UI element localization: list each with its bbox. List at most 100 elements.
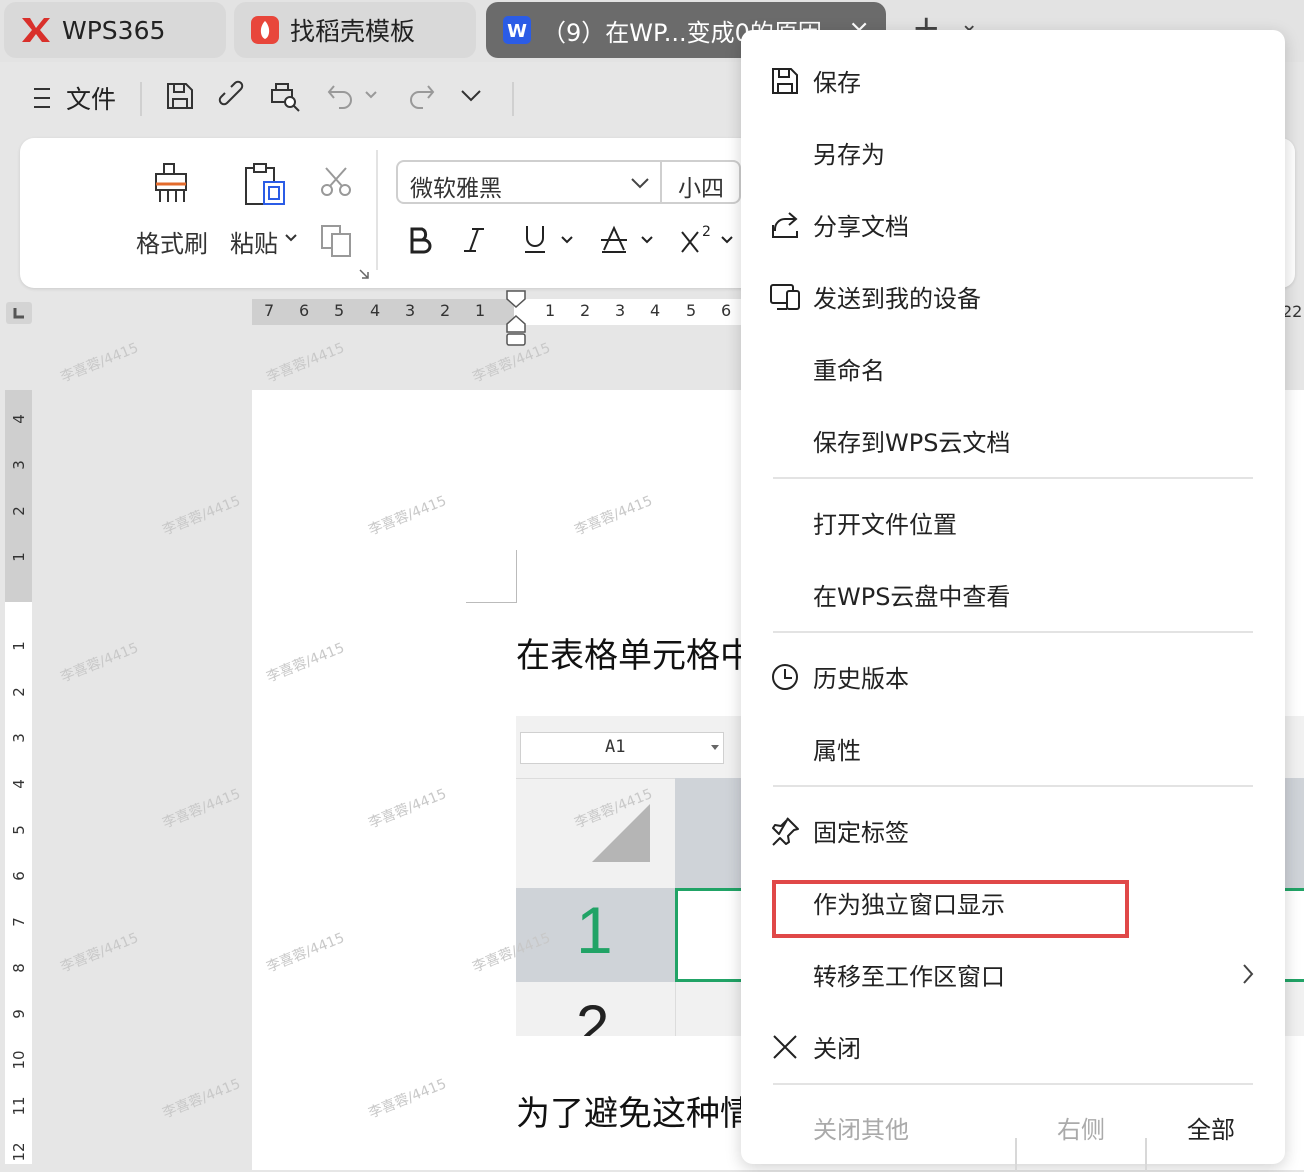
ruler-number: 4 <box>10 414 28 424</box>
copy-icon[interactable] <box>318 222 354 258</box>
menu-item-share[interactable]: 分享文档 <box>741 196 1285 252</box>
wps-logo-icon <box>20 16 52 44</box>
close-others-button[interactable]: 关闭其他 <box>813 1110 909 1145</box>
menu-item-properties[interactable]: 属性 <box>741 720 1285 776</box>
paste-dropdown-icon[interactable] <box>284 232 298 244</box>
ruler-number: 3 <box>10 460 28 470</box>
watermark: 李喜蓉/4415 <box>58 340 141 386</box>
share-icon <box>769 209 801 241</box>
strikethrough-icon[interactable] <box>600 224 628 254</box>
menu-item-label: 历史版本 <box>813 664 909 693</box>
divider <box>1145 1138 1147 1172</box>
tab-template[interactable]: 找稻壳模板 <box>234 2 476 58</box>
tab-stop-selector[interactable] <box>6 302 32 324</box>
watermark: 李喜蓉/4415 <box>264 340 347 386</box>
clipboard-launcher-icon[interactable] <box>358 268 370 280</box>
tab-wps365-label: WPS365 <box>62 15 166 45</box>
italic-icon[interactable] <box>462 226 486 254</box>
underline-icon[interactable] <box>523 224 547 254</box>
devices-icon <box>769 281 801 313</box>
word-doc-icon: W <box>502 15 532 45</box>
menu-item-label: 另存为 <box>813 140 885 169</box>
menu-item-save-as[interactable]: 另存为 <box>741 124 1285 180</box>
save-icon <box>769 65 801 97</box>
ruler-number: 11 <box>10 1096 28 1116</box>
ruler-number: 2 <box>10 687 28 697</box>
svg-text:W: W <box>507 21 527 42</box>
menu-item-label: 保存 <box>813 68 861 97</box>
menu-item-move-to-workspace[interactable]: 转移至工作区窗口 <box>741 946 1285 1002</box>
divider <box>376 150 378 270</box>
ruler-number: 22 <box>1282 302 1303 321</box>
menu-item-label: 重命名 <box>813 356 885 385</box>
superscript-icon[interactable]: 2 <box>680 222 714 254</box>
menu-item-label: 关闭 <box>813 1034 861 1063</box>
menu-item-rename[interactable]: 重命名 <box>741 340 1285 396</box>
document-paragraph[interactable]: 在表格单元格中 <box>516 628 754 677</box>
menu-item-save-to-cloud[interactable]: 保存到WPS云文档 <box>741 412 1285 468</box>
dropdown-arrow-icon <box>711 745 719 751</box>
highlight-box <box>772 880 1129 938</box>
close-icon <box>769 1031 801 1063</box>
vertical-ruler[interactable]: 1 2 3 4 5 6 7 8 9 10 11 12 <box>5 602 32 1164</box>
ruler-number: 3 <box>615 301 626 320</box>
file-menu-label: 文件 <box>66 85 117 114</box>
ruler-number: 4 <box>370 301 381 320</box>
paste-button[interactable]: 粘贴 <box>230 224 278 259</box>
watermark: 李喜蓉/4415 <box>160 786 243 832</box>
close-right-button[interactable]: 右侧 <box>1057 1110 1105 1145</box>
undo-dropdown-icon[interactable] <box>364 88 378 102</box>
menu-item-label: 在WPS云盘中查看 <box>813 582 1011 611</box>
cut-icon[interactable] <box>318 164 354 200</box>
close-all-button[interactable]: 全部 <box>1187 1110 1235 1145</box>
ruler-number: 6 <box>721 301 732 320</box>
vertical-ruler-margin: 4 3 2 1 <box>5 390 32 602</box>
save-icon[interactable] <box>164 80 196 112</box>
superscript-dropdown-icon[interactable] <box>720 234 734 246</box>
cell-reference: A1 <box>605 737 626 757</box>
font-size-dropdown[interactable]: 小四 <box>678 169 724 203</box>
ruler-number: 1 <box>10 552 28 562</box>
ruler-number: 1 <box>545 301 556 320</box>
horizontal-ruler-labels: 7 6 5 4 3 2 1 1 2 3 4 5 6 <box>252 299 752 325</box>
history-icon <box>769 661 801 693</box>
docer-logo-icon <box>250 15 280 45</box>
menu-item-view-in-cloud[interactable]: 在WPS云盘中查看 <box>741 566 1285 622</box>
font-name-chevron-icon[interactable] <box>630 176 650 190</box>
customize-toolbar-icon[interactable] <box>460 88 482 104</box>
watermark: 李喜蓉/4415 <box>58 640 141 686</box>
menu-divider <box>773 1083 1253 1085</box>
pin-icon <box>769 815 801 847</box>
divider <box>140 82 142 116</box>
watermark: 李喜蓉/4415 <box>160 1076 243 1122</box>
menu-divider <box>773 631 1253 633</box>
share-link-icon[interactable] <box>218 80 250 112</box>
ruler-number: 1 <box>10 641 28 651</box>
menu-item-send-to-device[interactable]: 发送到我的设备 <box>741 268 1285 324</box>
tab-wps365[interactable]: WPS365 <box>4 2 226 58</box>
menu-item-save[interactable]: 保存 <box>741 52 1285 108</box>
document-paragraph[interactable]: 为了避免这种情 <box>516 1086 754 1135</box>
menu-item-open-location[interactable]: 打开文件位置 <box>741 494 1285 550</box>
menu-item-history[interactable]: 历史版本 <box>741 648 1285 704</box>
ruler-number: 2 <box>440 301 451 320</box>
ruler-number: 5 <box>686 301 697 320</box>
redo-icon[interactable] <box>406 80 436 112</box>
bold-icon[interactable] <box>408 226 432 254</box>
menu-item-label: 固定标签 <box>813 818 909 847</box>
ruler-number: 6 <box>299 301 310 320</box>
file-menu-button[interactable]: 文件 <box>32 80 116 116</box>
indent-marker-icon[interactable] <box>505 288 527 348</box>
format-painter-button[interactable]: 格式刷 <box>136 224 208 259</box>
menu-item-label: 分享文档 <box>813 212 909 241</box>
select-all-corner-icon <box>592 804 650 862</box>
divider <box>675 982 676 1036</box>
undo-icon[interactable] <box>326 80 356 112</box>
menu-item-pin-tab[interactable]: 固定标签 <box>741 802 1285 858</box>
print-preview-icon[interactable] <box>266 80 302 112</box>
menu-item-close[interactable]: 关闭 <box>741 1018 1285 1074</box>
font-name-dropdown[interactable]: 微软雅黑 <box>410 169 502 203</box>
strikethrough-dropdown-icon[interactable] <box>640 234 654 246</box>
underline-dropdown-icon[interactable] <box>560 234 574 246</box>
ruler-number: 2 <box>580 301 591 320</box>
